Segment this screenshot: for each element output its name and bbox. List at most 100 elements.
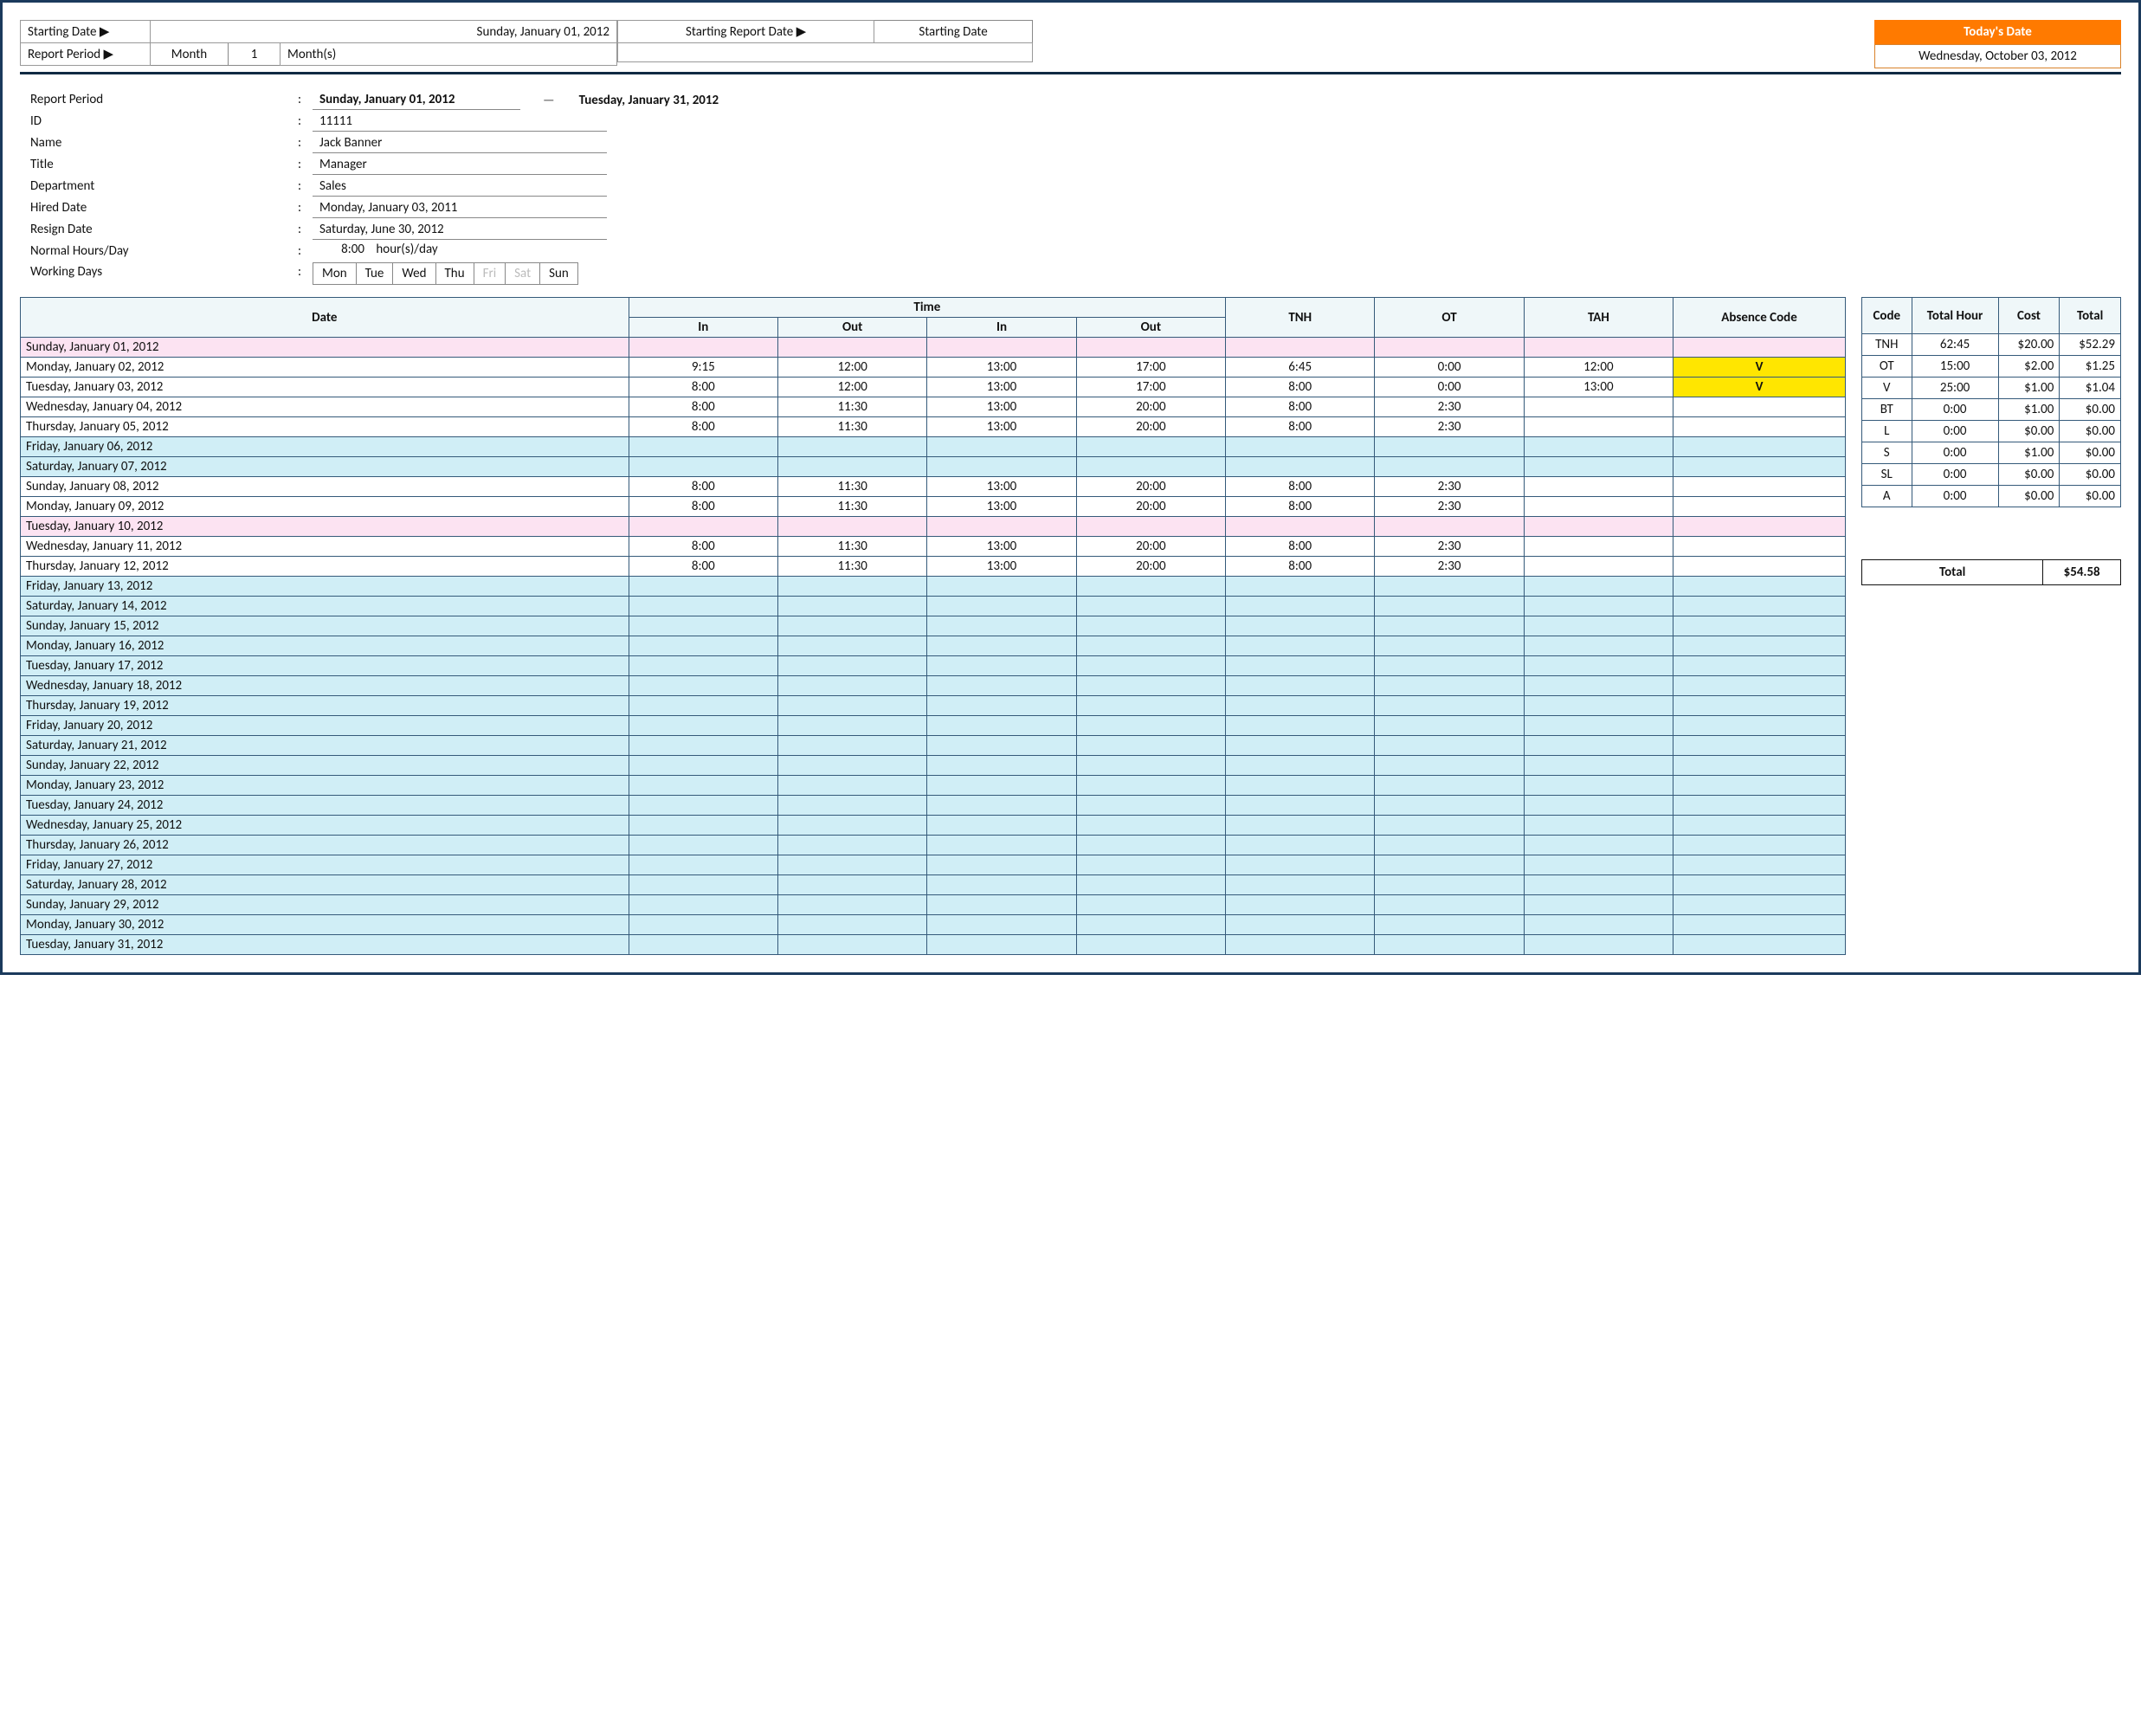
- report-period-to: Tuesday, January 31, 2012: [579, 93, 719, 108]
- working-day-sat[interactable]: Sat: [506, 263, 540, 285]
- summary-row: SL0:00$0.00$0.00: [1862, 464, 2121, 486]
- table-row: Tuesday, January 17, 2012: [21, 656, 1846, 676]
- table-row: Saturday, January 14, 2012: [21, 597, 1846, 616]
- sum-col-total: Total: [2060, 298, 2121, 334]
- cell-date: Sunday, January 15, 2012: [21, 616, 629, 636]
- summary-row: V25:00$1.00$1.04: [1862, 378, 2121, 399]
- col-out1: Out: [778, 318, 927, 338]
- report-period-qty[interactable]: 1: [229, 43, 281, 66]
- info-dept-value[interactable]: Sales: [313, 177, 607, 197]
- working-days-table: MonTueWedThuFriSatSun: [313, 262, 578, 285]
- col-out2: Out: [1076, 318, 1225, 338]
- working-day-sun[interactable]: Sun: [540, 263, 578, 285]
- timesheet-table: Date Time TNH OT TAH Absence Code In Out…: [20, 297, 1846, 955]
- cell-date: Sunday, January 08, 2012: [21, 477, 629, 497]
- working-day-mon[interactable]: Mon: [313, 263, 357, 285]
- col-in1: In: [629, 318, 777, 338]
- info-working-days-label: Working Days: [27, 262, 287, 285]
- report-period-label: Report Period ▶: [21, 43, 151, 66]
- cell-date: Friday, January 27, 2012: [21, 855, 629, 875]
- table-row: Thursday, January 26, 2012: [21, 836, 1846, 855]
- info-id-value[interactable]: 11111: [313, 112, 607, 132]
- report-period-unit[interactable]: Month: [151, 43, 229, 66]
- cell-absence[interactable]: V: [1673, 358, 1846, 378]
- cell-date: Saturday, January 21, 2012: [21, 736, 629, 756]
- info-resign-value[interactable]: Saturday, June 30, 2012: [313, 220, 607, 240]
- info-dept-label: Department: [27, 177, 287, 197]
- summary-row: OT15:00$2.00$1.25: [1862, 356, 2121, 378]
- table-row: Wednesday, January 11, 20128:0011:3013:0…: [21, 537, 1846, 557]
- cell-date: Tuesday, January 31, 2012: [21, 935, 629, 955]
- starting-report-date-value[interactable]: Starting Date: [874, 21, 1033, 43]
- table-row: Tuesday, January 24, 2012: [21, 796, 1846, 816]
- report-period-suffix: Month(s): [281, 43, 617, 66]
- cell-date: Thursday, January 19, 2012: [21, 696, 629, 716]
- cell-date: Monday, January 09, 2012: [21, 497, 629, 517]
- table-row: Monday, January 16, 2012: [21, 636, 1846, 656]
- col-ot: OT: [1375, 298, 1524, 338]
- info-title-label: Title: [27, 155, 287, 175]
- cell-date: Friday, January 06, 2012: [21, 437, 629, 457]
- col-tnh: TNH: [1226, 298, 1375, 338]
- sum-col-code: Code: [1862, 298, 1912, 334]
- employee-info: Report Period : Sunday, January 01, 2012…: [20, 90, 2121, 285]
- grand-total: Total $54.58: [1861, 559, 2121, 585]
- info-title-value[interactable]: Manager: [313, 155, 607, 175]
- table-row: Monday, January 02, 20129:1512:0013:0017…: [21, 358, 1846, 378]
- info-normal-hours-label: Normal Hours/Day: [27, 242, 287, 261]
- col-absence: Absence Code: [1673, 298, 1846, 338]
- working-day-thu[interactable]: Thu: [435, 263, 474, 285]
- cell-date: Thursday, January 05, 2012: [21, 417, 629, 437]
- sum-col-hour: Total Hour: [1912, 298, 1998, 334]
- info-normal-hours-value[interactable]: 8:00: [313, 242, 364, 257]
- working-day-tue[interactable]: Tue: [356, 263, 393, 285]
- summary-table: Code Total Hour Cost Total TNH62:45$20.0…: [1861, 297, 2121, 507]
- table-row: Thursday, January 12, 20128:0011:3013:00…: [21, 557, 1846, 577]
- cell-absence[interactable]: V: [1673, 378, 1846, 397]
- summary-row: BT0:00$1.00$0.00: [1862, 399, 2121, 421]
- cell-date: Saturday, January 14, 2012: [21, 597, 629, 616]
- working-day-fri[interactable]: Fri: [474, 263, 506, 285]
- table-row: Wednesday, January 18, 2012: [21, 676, 1846, 696]
- cell-date: Monday, January 23, 2012: [21, 776, 629, 796]
- summary-row: TNH62:45$20.00$52.29: [1862, 334, 2121, 356]
- cell-date: Monday, January 02, 2012: [21, 358, 629, 378]
- col-date: Date: [21, 298, 629, 338]
- table-row: Tuesday, January 10, 2012: [21, 517, 1846, 537]
- table-row: Saturday, January 07, 2012: [21, 457, 1846, 477]
- info-normal-hours-suffix: hour(s)/day: [367, 242, 437, 257]
- working-day-wed[interactable]: Wed: [393, 263, 435, 285]
- cell-date: Sunday, January 01, 2012: [21, 338, 629, 358]
- cell-date: Sunday, January 22, 2012: [21, 756, 629, 776]
- table-row: Monday, January 30, 2012: [21, 915, 1846, 935]
- summary-row: L0:00$0.00$0.00: [1862, 421, 2121, 442]
- table-row: Tuesday, January 31, 2012: [21, 935, 1846, 955]
- today-date-value: Wednesday, October 03, 2012: [1874, 44, 2121, 68]
- top-header: Starting Date ▶ Sunday, January 01, 2012…: [20, 20, 2121, 68]
- cell-date: Sunday, January 29, 2012: [21, 895, 629, 915]
- grand-total-label: Total: [1862, 560, 2043, 585]
- table-row: Saturday, January 28, 2012: [21, 875, 1846, 895]
- info-name-value[interactable]: Jack Banner: [313, 133, 607, 153]
- grand-total-value: $54.58: [2043, 560, 2121, 585]
- col-time: Time: [629, 298, 1225, 318]
- info-hired-value[interactable]: Monday, January 03, 2011: [313, 198, 607, 218]
- cell-date: Tuesday, January 03, 2012: [21, 378, 629, 397]
- table-row: Monday, January 23, 2012: [21, 776, 1846, 796]
- cell-date: Monday, January 16, 2012: [21, 636, 629, 656]
- table-row: Friday, January 27, 2012: [21, 855, 1846, 875]
- cell-date: Tuesday, January 17, 2012: [21, 656, 629, 676]
- cell-date: Friday, January 13, 2012: [21, 577, 629, 597]
- cell-date: Tuesday, January 10, 2012: [21, 517, 629, 537]
- table-row: Saturday, January 21, 2012: [21, 736, 1846, 756]
- cell-date: Wednesday, January 04, 2012: [21, 397, 629, 417]
- summary-row: A0:00$0.00$0.00: [1862, 486, 2121, 507]
- starting-date-value[interactable]: Sunday, January 01, 2012: [151, 21, 617, 43]
- table-row: Friday, January 20, 2012: [21, 716, 1846, 736]
- cell-date: Wednesday, January 18, 2012: [21, 676, 629, 696]
- col-in2: In: [927, 318, 1076, 338]
- cell-date: Monday, January 30, 2012: [21, 915, 629, 935]
- report-period-from: Sunday, January 01, 2012: [313, 90, 520, 110]
- table-row: Sunday, January 29, 2012: [21, 895, 1846, 915]
- today-date-label: Today's Date: [1874, 20, 2121, 44]
